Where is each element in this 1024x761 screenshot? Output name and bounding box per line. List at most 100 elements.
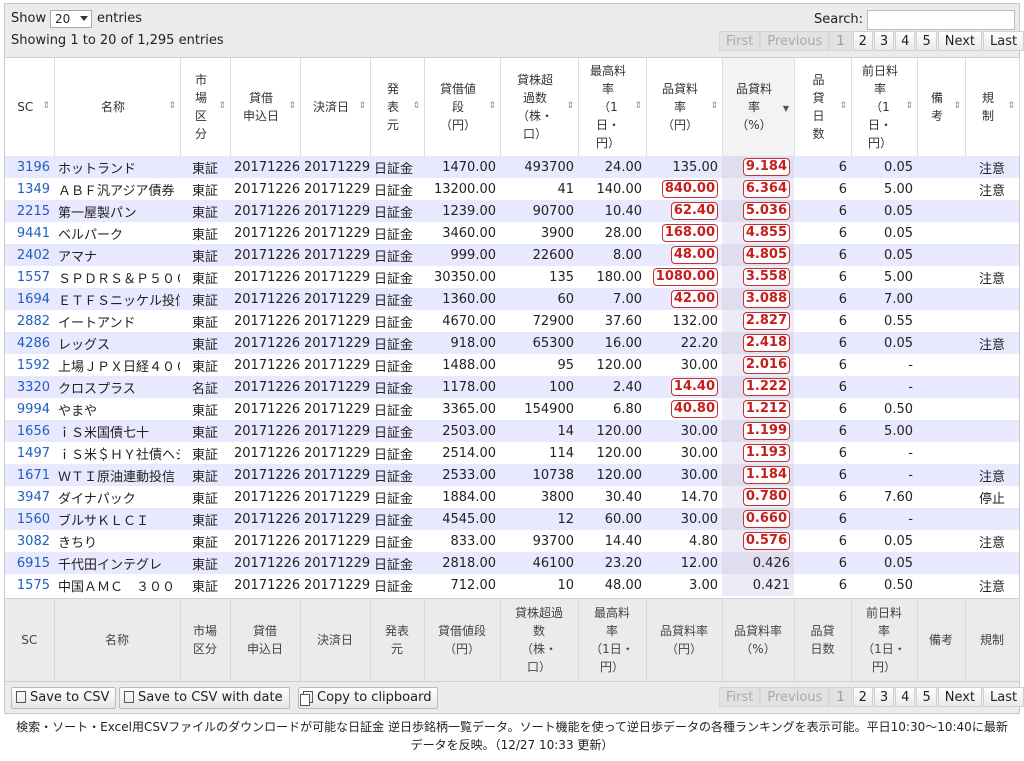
column-header-remarks[interactable]: 備考 ⇕	[917, 58, 966, 157]
cell-max-rate: 28.00	[578, 222, 646, 244]
table-row[interactable]: 1349 ＡＢＦ汎アジア債券 東証 20171226 20171229 日証金 13200.…	[5, 178, 1019, 200]
table-row[interactable]: 1497 ｉＳ米＄ＨＹ社債ヘジ 東証 20171226 20171229 日証金 2514.…	[5, 442, 1019, 464]
cell-market: 東証	[180, 508, 230, 530]
last-page-button[interactable]: Last	[983, 31, 1024, 51]
table-row[interactable]: 3196 ホットランド 東証 20171226 20171229 日証金 1470.00 49…	[5, 156, 1019, 178]
cell-sc[interactable]: 6915	[5, 552, 54, 574]
save-csv-with-date-button[interactable]: Save to CSV with date	[119, 687, 290, 709]
table-row[interactable]: 3320 クロスプラス 名証 20171226 20171229 日証金 1178.00 10…	[5, 376, 1019, 398]
cell-remarks	[917, 332, 965, 354]
copy-clipboard-button[interactable]: Copy to clipboard	[298, 687, 439, 709]
first-page-button[interactable]: First	[719, 31, 761, 51]
cell-sc[interactable]: 3947	[5, 486, 54, 508]
cell-sc[interactable]: 2402	[5, 244, 54, 266]
cell-sc[interactable]: 1592	[5, 354, 54, 376]
cell-sc[interactable]: 1656	[5, 420, 54, 442]
column-header-apply-date[interactable]: 貸借 申込日 ⇕	[230, 58, 301, 157]
highlight-badge: 0.780	[742, 488, 790, 506]
column-header-name[interactable]: 名称 ⇕	[54, 58, 181, 157]
page-5-button[interactable]: 5	[916, 687, 937, 707]
column-header-fee-rate-pct[interactable]: 品貸料率 （%） ▼	[722, 58, 795, 157]
table-row[interactable]: 3082 きちり 東証 20171226 20171229 日証金 833.00 93700 1…	[5, 530, 1019, 552]
column-header-label: 備考	[931, 89, 951, 125]
cell-sc[interactable]: 2215	[5, 200, 54, 222]
cell-sc[interactable]: 1497	[5, 442, 54, 464]
search-input[interactable]	[867, 10, 1015, 30]
cell-settle-date: 20171229	[300, 376, 370, 398]
footer-label-line: 品貸料率	[733, 623, 782, 638]
header-label-line: 率	[873, 81, 886, 96]
cell-publisher: 日証金	[370, 310, 424, 332]
footer-label-line: 市場	[192, 623, 217, 638]
page-2-button[interactable]: 2	[852, 687, 873, 707]
column-header-max-rate[interactable]: 最高料率 （1 日・ 円） ⇕	[578, 58, 647, 157]
cell-sc[interactable]: 1671	[5, 464, 54, 486]
column-footer-apply-date: 貸借 申込日	[230, 598, 301, 681]
table-row[interactable]: 9441 ベルパーク 東証 20171226 20171229 日証金 3460.00 390…	[5, 222, 1019, 244]
cell-sc[interactable]: 1575	[5, 574, 54, 596]
column-header-fee-rate-yen[interactable]: 品貸料率 （円） ⇕	[646, 58, 723, 157]
column-header-sc[interactable]: SC ⇕	[5, 58, 55, 157]
cell-name: ホットランド	[54, 156, 180, 178]
next-page-button[interactable]: Next	[937, 687, 983, 707]
cell-sc[interactable]: 3082	[5, 530, 54, 552]
table-row[interactable]: 1671 ＷＴＩ原油連動投信 東証 20171226 20171229 日証金 2533.0…	[5, 464, 1019, 486]
table-row[interactable]: 1592 上場ＪＰＸ日経４００ 東証 20171226 20171229 日証金 1488.…	[5, 354, 1019, 376]
table-row[interactable]: 1656 ｉＳ米国債七十 東証 20171226 20171229 日証金 2503.00 1…	[5, 420, 1019, 442]
page-3-button[interactable]: 3	[873, 687, 895, 707]
footer-label-line: 貸借	[252, 623, 277, 638]
page-5-button[interactable]: 5	[916, 31, 937, 51]
column-header-settle-date[interactable]: 決済日 ⇕	[300, 58, 371, 157]
page-length-select[interactable]: 20	[50, 10, 92, 28]
table-row[interactable]: 1575 中国ＡＭＣ ３００ 東証 20171226 20171229 日証金 712.00…	[5, 574, 1019, 596]
column-header-prev-rate[interactable]: 前日料率 （1 日・ 円） ⇕	[851, 58, 918, 157]
cell-fee-rate-pct: 3.088	[722, 288, 794, 310]
last-page-button[interactable]: Last	[983, 687, 1024, 707]
page-2-button[interactable]: 2	[852, 31, 873, 51]
cell-sc[interactable]: 9994	[5, 398, 54, 420]
table-row[interactable]: 2402 アマナ 東証 20171226 20171229 日証金 999.00 22600 8…	[5, 244, 1019, 266]
highlight-badge: 4.855	[742, 224, 790, 242]
first-page-button[interactable]: First	[719, 687, 761, 707]
next-page-button[interactable]: Next	[937, 31, 983, 51]
table-row[interactable]: 1557 ＳＰＤＲＳ＆Ｐ５００ 東証 20171226 20171229 日証金 30350…	[5, 266, 1019, 288]
previous-page-button[interactable]: Previous	[760, 31, 830, 51]
table-row[interactable]: 2882 イートアンド 東証 20171226 20171229 日証金 4670.00 72…	[5, 310, 1019, 332]
column-header-excess-shares[interactable]: 貸株超 過数 （株・ 口） ⇕	[500, 58, 579, 157]
cell-sc[interactable]: 9441	[5, 222, 54, 244]
table-row[interactable]: 6915 千代田インテグレ 東証 20171226 20171229 日証金 2818.00…	[5, 552, 1019, 574]
table-row[interactable]: 1560 ブルサＫＬＣＩ 東証 20171226 20171229 日証金 4545.00 1…	[5, 508, 1019, 530]
table-row[interactable]: 1694 ＥＴＦＳニッケル投信 東証 20171226 20171229 日証金 1360.…	[5, 288, 1019, 310]
cell-sc[interactable]: 3320	[5, 376, 54, 398]
page-1-button[interactable]: 1	[829, 687, 852, 707]
cell-market: 東証	[180, 310, 230, 332]
cell-remarks	[917, 266, 965, 288]
column-header-regulation[interactable]: 規制 ⇕	[965, 58, 1020, 157]
table-row[interactable]: 3947 ダイナパック 東証 20171226 20171229 日証金 1884.00 38…	[5, 486, 1019, 508]
cell-sc[interactable]: 3196	[5, 156, 54, 178]
table-row[interactable]: 4286 レッグス 東証 20171226 20171229 日証金 918.00 65300…	[5, 332, 1019, 354]
column-header-market[interactable]: 市場区分 ⇕	[180, 58, 231, 157]
cell-name: アマナ	[54, 244, 180, 266]
table-row[interactable]: 9994 やまや 東証 20171226 20171229 日証金 3365.00 15490…	[5, 398, 1019, 420]
page-4-button[interactable]: 4	[895, 31, 916, 51]
cell-fee-rate-yen: 30.00	[646, 464, 722, 486]
footer-label-line: 品貸料率	[659, 623, 708, 638]
cell-remarks	[917, 200, 965, 222]
cell-apply-date: 20171226	[230, 552, 300, 574]
cell-sc[interactable]: 2882	[5, 310, 54, 332]
cell-sc[interactable]: 1557	[5, 266, 54, 288]
save-csv-button[interactable]: Save to CSV	[11, 687, 117, 709]
previous-page-button[interactable]: Previous	[760, 687, 830, 707]
cell-sc[interactable]: 1560	[5, 508, 54, 530]
cell-sc[interactable]: 1349	[5, 178, 54, 200]
cell-sc[interactable]: 4286	[5, 332, 54, 354]
column-header-lending-price[interactable]: 貸借値段 （円） ⇕	[424, 58, 501, 157]
page-3-button[interactable]: 3	[873, 31, 895, 51]
table-row[interactable]: 2215 第一屋製パン 東証 20171226 20171229 日証金 1239.00 90…	[5, 200, 1019, 222]
column-header-fee-days[interactable]: 品貸日数 ⇕	[794, 58, 852, 157]
page-1-button[interactable]: 1	[829, 31, 852, 51]
cell-sc[interactable]: 1694	[5, 288, 54, 310]
column-header-publisher[interactable]: 発表元 ⇕	[370, 58, 425, 157]
page-4-button[interactable]: 4	[895, 687, 916, 707]
